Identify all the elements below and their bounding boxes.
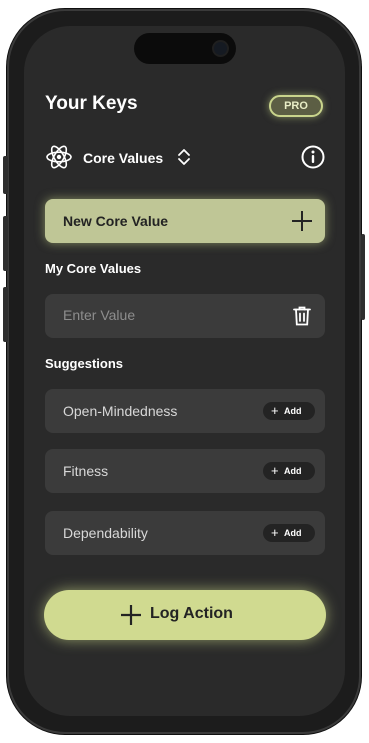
volume-up-button [3,216,8,271]
plus-icon [121,605,141,625]
add-suggestion-button[interactable]: + Add [263,462,315,480]
volume-down-button [3,287,8,342]
info-icon[interactable] [301,145,325,169]
plus-icon: + [271,463,279,478]
new-core-value-button[interactable]: New Core Value [45,199,325,243]
plus-icon [292,211,312,231]
trash-icon[interactable] [293,306,311,326]
my-core-values-heading: My Core Values [45,261,142,276]
suggestion-label: Dependability [63,525,148,541]
chevron-up-down-icon[interactable] [177,147,191,167]
add-label: Add [284,406,302,416]
core-value-input[interactable] [63,307,263,323]
suggestion-label: Fitness [63,463,109,479]
add-label: Add [284,528,302,538]
page-title: Your Keys [45,93,138,114]
suggestions-heading: Suggestions [45,356,124,371]
pro-badge[interactable]: PRO [269,95,323,117]
suggestion-item: Fitness + Add [45,449,325,493]
category-selector-row: Core Values [45,143,327,171]
add-label: Add [284,466,302,476]
suggestion-item: Open-Mindedness + Add [45,389,325,433]
category-selector-label[interactable]: Core Values [83,150,163,166]
add-suggestion-button[interactable]: + Add [263,402,315,420]
plus-icon: + [271,403,279,418]
new-core-value-label: New Core Value [63,213,169,229]
suggestion-item: Dependability + Add [45,511,325,555]
power-button [361,234,365,320]
dynamic-island [134,33,236,64]
suggestion-label: Open-Mindedness [63,403,178,419]
log-action-button[interactable]: Log Action [44,590,326,640]
action-button [3,156,8,194]
core-value-entry [45,294,325,338]
add-suggestion-button[interactable]: + Add [263,524,315,542]
atom-icon [46,145,72,169]
camera-icon [214,42,227,55]
log-action-label: Log Action [150,605,233,622]
plus-icon: + [271,525,279,540]
